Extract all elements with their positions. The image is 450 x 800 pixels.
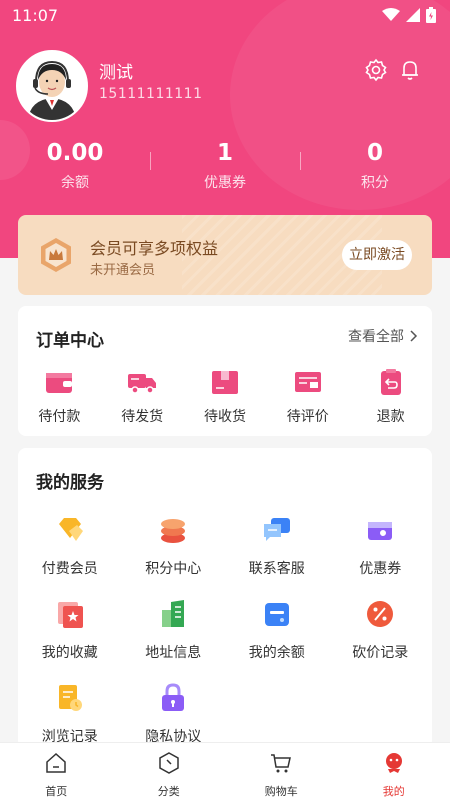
service-label: 付费会员 — [41, 561, 98, 577]
view-all-link[interactable]: 查看全部 — [348, 326, 418, 346]
activate-button[interactable]: 立即激活 — [342, 240, 412, 270]
service-label: 联系客服 — [248, 561, 305, 577]
mine-icon — [385, 753, 402, 773]
service-favorites[interactable]: 我的收藏 — [18, 598, 122, 662]
service-label: 砍价记录 — [352, 645, 409, 661]
user-name: 测试 — [99, 63, 133, 83]
bell-icon[interactable] — [398, 58, 422, 82]
services-title: 我的服务 — [36, 473, 104, 493]
service-label: 我的余额 — [248, 645, 305, 661]
stat-coupons[interactable]: 1 优惠券 — [150, 138, 300, 198]
tab-category[interactable]: 分类 — [113, 743, 226, 800]
wifi-icon — [382, 8, 400, 21]
card-icon — [264, 603, 289, 626]
profile-section: 测试 15111111111 — [16, 50, 436, 122]
tab-home[interactable]: 首页 — [0, 743, 113, 800]
service-label: 我的收藏 — [41, 645, 98, 661]
vip-subtitle: 未开通会员 — [90, 263, 156, 278]
chevron-right-icon — [410, 330, 418, 342]
order-refund[interactable]: 退款 — [349, 368, 432, 426]
order-center-title: 订单中心 — [36, 331, 104, 351]
coins-icon — [161, 519, 186, 543]
order-label: 待发货 — [121, 409, 164, 425]
percent-icon — [367, 601, 394, 627]
bottom-tab-bar: 首页 分类 购物车 我的 — [0, 742, 450, 800]
stat-label: 余额 — [61, 175, 89, 191]
tab-label: 分类 — [157, 785, 180, 798]
service-bargain-records[interactable]: 砍价记录 — [329, 598, 433, 662]
stat-points[interactable]: 0 积分 — [300, 138, 450, 198]
battery-icon — [426, 7, 436, 23]
tab-label: 首页 — [45, 785, 68, 798]
order-to-ship[interactable]: 待发货 — [101, 368, 184, 426]
view-all-label: 查看全部 — [348, 329, 404, 345]
truck-icon — [128, 374, 157, 394]
signal-icon — [406, 8, 420, 22]
stat-value: 1 — [216, 140, 233, 166]
tab-label: 我的 — [382, 785, 405, 798]
wallet-icon — [46, 373, 73, 393]
vip-banner[interactable]: 会员可享多项权益 未开通会员 立即激活 — [18, 215, 432, 295]
order-to-review[interactable]: 待评价 — [266, 368, 349, 426]
user-phone: 15111111111 — [99, 86, 203, 102]
service-customer-support[interactable]: 联系客服 — [225, 514, 329, 578]
order-label: 待付款 — [38, 409, 81, 425]
coupon-icon — [368, 522, 393, 540]
order-label: 退款 — [376, 409, 405, 425]
service-privacy-policy[interactable]: 隐私协议 — [122, 682, 226, 746]
avatar-image — [18, 52, 86, 120]
stat-value: 0.00 — [46, 140, 104, 166]
tab-mine[interactable]: 我的 — [338, 743, 450, 800]
lock-icon — [162, 683, 185, 711]
stat-label: 优惠券 — [204, 175, 246, 191]
review-icon — [294, 372, 321, 392]
diamond-icon — [58, 518, 83, 541]
service-balance[interactable]: 我的余额 — [225, 598, 329, 662]
cart-icon — [271, 754, 292, 773]
avatar[interactable] — [16, 50, 88, 122]
service-paid-membership[interactable]: 付费会员 — [18, 514, 122, 578]
stat-balance[interactable]: 0.00 余额 — [0, 138, 150, 198]
category-icon — [159, 752, 179, 774]
tab-cart[interactable]: 购物车 — [225, 743, 338, 800]
order-center: 订单中心 查看全部 待付款 待发货 待收货 待评价 退款 — [18, 306, 432, 436]
service-points-center[interactable]: 积分中心 — [122, 514, 226, 578]
account-stats: 0.00 余额 1 优惠券 0 积分 — [0, 138, 450, 198]
service-coupons[interactable]: 优惠券 — [329, 514, 433, 578]
my-services: 我的服务 付费会员 积分中心 联系客服 优惠券 我的收藏 地址信息 我的余额 砍… — [18, 448, 432, 748]
tab-label: 购物车 — [264, 785, 298, 798]
service-browse-history[interactable]: 浏览记录 — [18, 682, 122, 746]
home-icon — [46, 752, 66, 773]
status-time: 11:07 — [12, 6, 59, 25]
vip-title: 会员可享多项权益 — [90, 239, 219, 258]
chat-icon — [263, 518, 290, 541]
order-pending-payment[interactable]: 待付款 — [18, 368, 101, 426]
crown-icon — [38, 237, 74, 273]
history-icon — [58, 685, 82, 711]
service-label: 积分中心 — [145, 561, 202, 577]
order-label: 待收货 — [203, 409, 246, 425]
service-label: 地址信息 — [145, 645, 202, 661]
box-icon — [211, 371, 238, 394]
favorite-icon — [57, 602, 83, 628]
settings-icon[interactable] — [364, 58, 388, 82]
stat-value: 0 — [366, 140, 383, 166]
building-icon — [162, 600, 185, 627]
order-label: 待评价 — [286, 409, 329, 425]
service-label: 优惠券 — [359, 561, 402, 577]
refund-icon — [380, 369, 401, 395]
service-address[interactable]: 地址信息 — [122, 598, 226, 662]
stat-label: 积分 — [361, 175, 389, 191]
order-to-receive[interactable]: 待收货 — [184, 368, 267, 426]
status-bar: 11:07 — [0, 0, 450, 32]
